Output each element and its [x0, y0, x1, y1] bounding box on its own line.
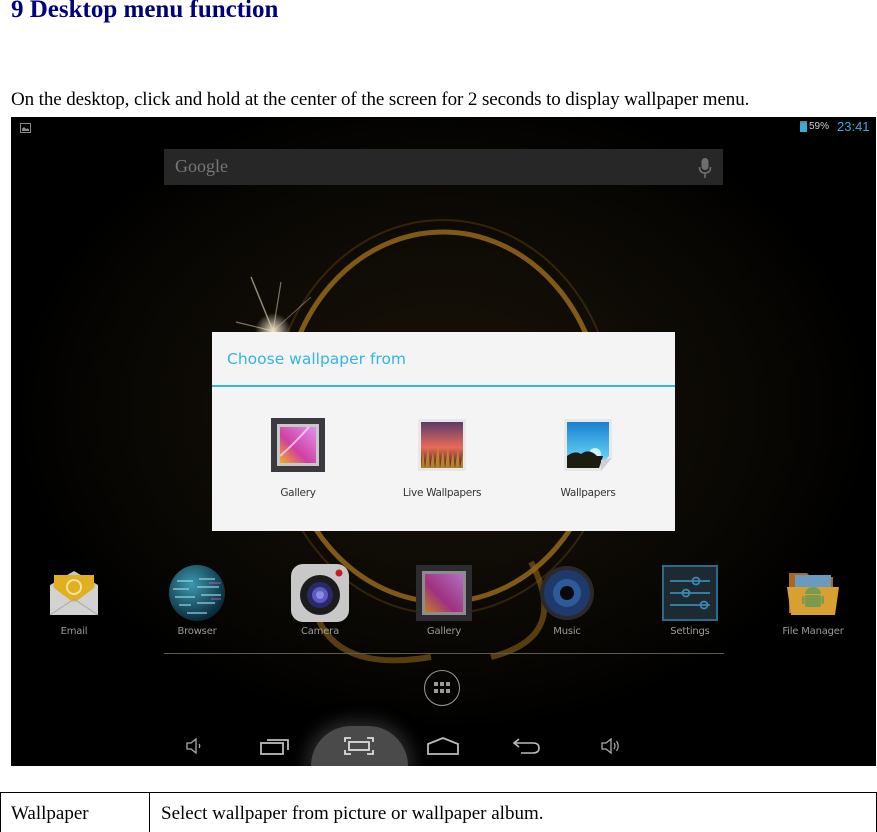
app-label: Music [553, 626, 581, 637]
volume-down-icon [186, 737, 201, 755]
home-button[interactable] [413, 726, 473, 766]
search-placeholder: Google [175, 156, 228, 176]
app-label: File Manager [782, 626, 844, 637]
home-screen-apps: Email Browser Camera Gallery Music Setti… [11, 563, 876, 643]
tablet-screenshot: 59% 23:41 Google Choose wallpaper from G… [11, 117, 876, 766]
intro-paragraph: On the desktop, click and hold at the ce… [11, 89, 750, 110]
status-bar: 59% 23:41 [11, 117, 876, 141]
term-text: Wallpaper [11, 803, 89, 824]
function-table: Wallpaper Select wallpaper from picture … [0, 792, 877, 832]
app-file-manager[interactable]: File Manager [763, 563, 863, 637]
app-label: Gallery [426, 626, 462, 637]
app-browser[interactable]: Browser [147, 563, 247, 637]
option-wallpapers[interactable]: Wallpapers [528, 416, 648, 499]
mic-icon[interactable] [698, 158, 712, 178]
grid-dot [440, 689, 444, 693]
wallpapers-icon [559, 416, 617, 474]
recent-apps-button[interactable] [245, 726, 305, 766]
navigation-bar [11, 726, 876, 766]
dialog-title: Choose wallpaper from [227, 350, 407, 368]
table-cell-term: Wallpaper [1, 793, 150, 832]
dock-divider [164, 653, 724, 654]
live-wallpapers-icon [413, 416, 471, 474]
app-camera[interactable]: Camera [270, 563, 370, 637]
app-gallery[interactable]: Gallery [394, 563, 494, 637]
dialog-divider [212, 385, 675, 387]
home-icon [427, 737, 459, 755]
volume-up-button[interactable] [581, 726, 641, 766]
all-apps-icon[interactable] [424, 670, 460, 706]
music-icon [537, 563, 597, 623]
app-label: Email [60, 626, 88, 637]
recent-apps-icon [260, 739, 289, 755]
google-search-bar[interactable]: Google [164, 149, 723, 185]
battery-percent: 59% [809, 121, 830, 132]
app-settings[interactable]: Settings [640, 563, 740, 637]
volume-down-button[interactable] [165, 726, 225, 766]
choose-wallpaper-dialog: Choose wallpaper from Gallery Live Wallp… [212, 332, 675, 531]
option-label: Wallpapers [560, 487, 616, 499]
screenshot-icon [344, 737, 374, 755]
app-label: Settings [670, 626, 710, 637]
option-gallery[interactable]: Gallery [238, 416, 358, 499]
description-text: Select wallpaper from picture or wallpap… [161, 803, 544, 824]
back-button[interactable] [497, 726, 557, 766]
option-live-wallpapers[interactable]: Live Wallpapers [382, 416, 502, 499]
settings-icon [660, 563, 720, 623]
camera-icon [290, 563, 350, 623]
grid-dot [446, 682, 450, 686]
grid-dot [440, 682, 444, 686]
grid-dot [434, 682, 438, 686]
option-label: Gallery [280, 487, 316, 499]
app-music[interactable]: Music [517, 563, 617, 637]
gallery-icon [414, 563, 474, 623]
battery-icon [800, 121, 807, 132]
app-label: Camera [300, 626, 340, 637]
file-manager-icon [783, 563, 843, 623]
grid-dot [434, 689, 438, 693]
option-label: Live Wallpapers [402, 487, 482, 499]
picture-icon [20, 123, 31, 133]
screenshot-button[interactable] [329, 726, 389, 766]
clock: 23:41 [837, 119, 870, 134]
email-icon [44, 563, 104, 623]
section-heading: 9 Desktop menu function [11, 0, 279, 23]
app-email[interactable]: Email [24, 563, 124, 637]
app-label: Browser [177, 626, 217, 637]
grid-dot [446, 689, 450, 693]
volume-up-icon [601, 737, 619, 755]
back-icon [512, 738, 540, 754]
gallery-icon [269, 416, 327, 474]
browser-icon [167, 563, 227, 623]
